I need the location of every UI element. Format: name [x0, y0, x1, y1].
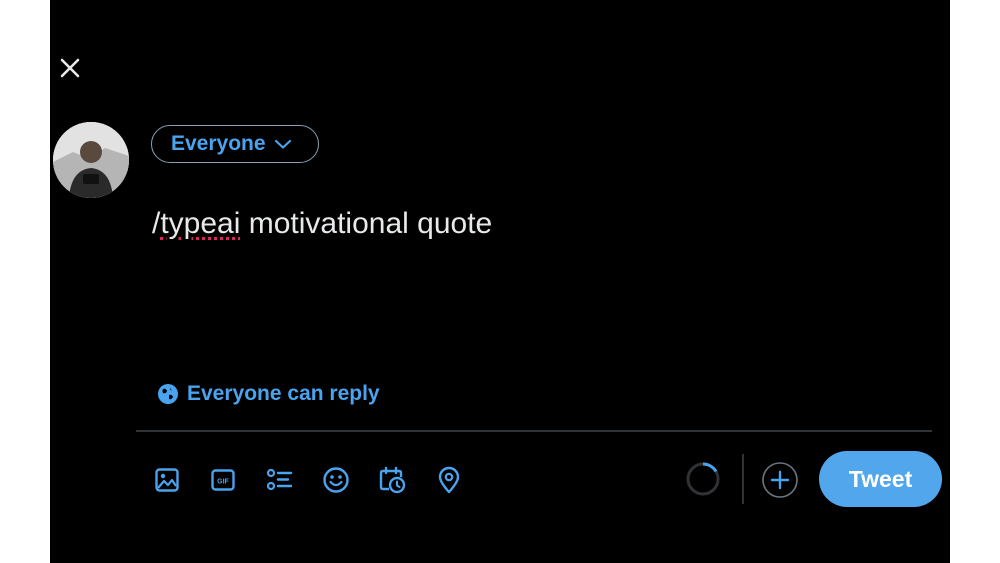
plus-circle-icon [762, 462, 798, 498]
location-icon [438, 466, 460, 494]
progress-ring-icon [686, 462, 720, 496]
audience-selector-button[interactable]: Everyone [151, 125, 319, 163]
close-icon [60, 58, 80, 78]
gif-icon: GIF [211, 469, 235, 491]
composer-text-misspelled: typeai [160, 207, 241, 240]
divider [136, 430, 932, 432]
add-tweet-button[interactable] [761, 461, 799, 499]
location-button[interactable] [433, 464, 465, 496]
chevron-down-icon [274, 139, 291, 149]
gif-button[interactable]: GIF [207, 464, 239, 496]
schedule-button[interactable] [376, 464, 408, 496]
image-icon [155, 468, 179, 492]
tweet-text-input[interactable]: /typeai motivational quote [152, 204, 912, 244]
poll-button[interactable] [264, 464, 296, 496]
media-button[interactable] [151, 464, 183, 496]
avatar-photo [53, 122, 129, 198]
audience-label: Everyone [171, 132, 266, 155]
close-button[interactable] [56, 54, 84, 82]
reply-setting-button[interactable]: Everyone can reply [157, 379, 380, 409]
composer-text-rest: motivational quote [240, 207, 493, 240]
emoji-button[interactable] [320, 464, 352, 496]
avatar[interactable] [53, 122, 129, 198]
character-count-ring [685, 461, 721, 497]
poll-icon [266, 468, 293, 491]
schedule-icon [379, 466, 406, 494]
reply-setting-label: Everyone can reply [187, 382, 380, 405]
tweet-button[interactable]: Tweet [819, 451, 942, 507]
globe-icon [158, 384, 178, 404]
toolbar-separator [742, 454, 744, 504]
svg-text:GIF: GIF [217, 479, 229, 486]
tweet-compose-modal: Everyone /typeai motivational quote Ever… [50, 0, 950, 563]
emoji-icon [323, 467, 349, 493]
